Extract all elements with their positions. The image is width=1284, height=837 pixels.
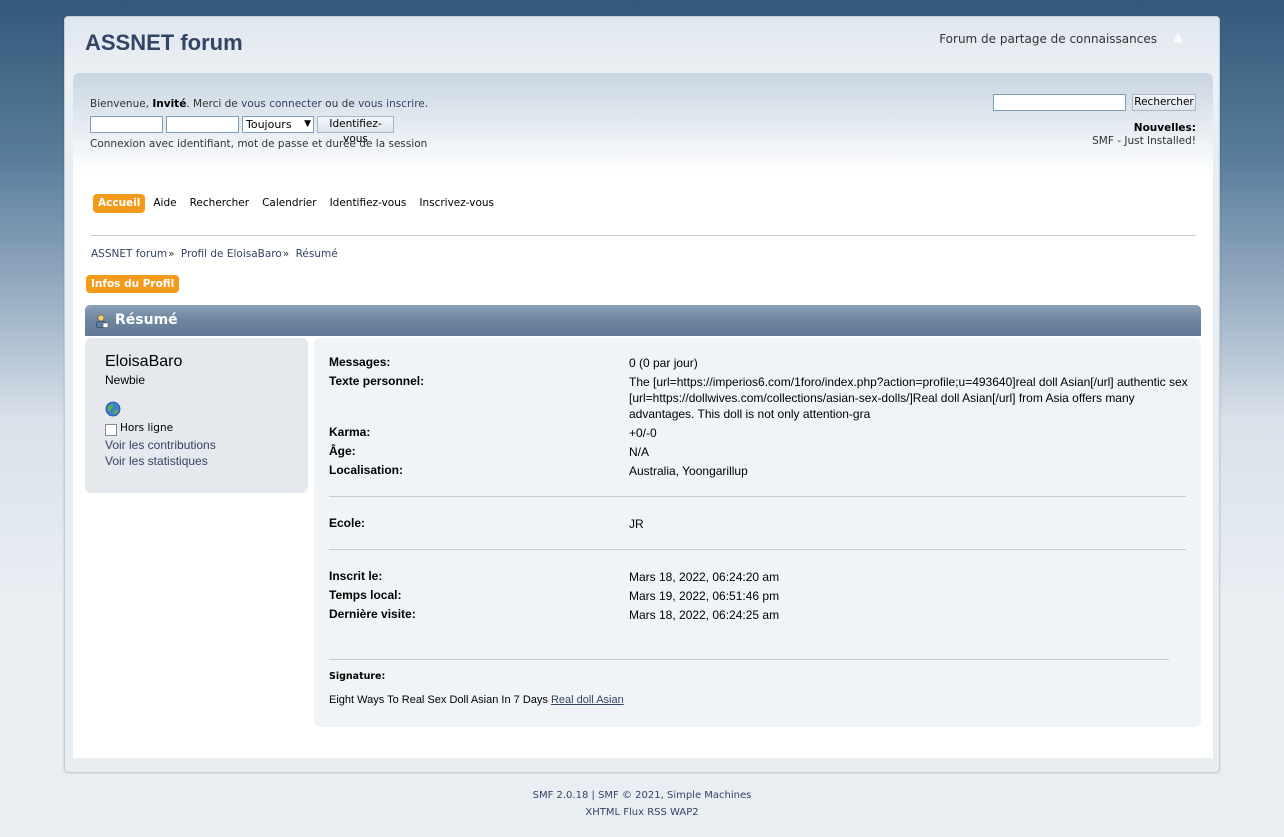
menu-item-login[interactable]: Identifiez-vous <box>325 194 412 213</box>
footer-separator: | <box>588 790 599 801</box>
footer-links: XHTML Flux RSS WAP2 <box>0 807 1284 818</box>
signature-link[interactable]: Real doll Asian <box>551 694 624 706</box>
register-link[interactable]: vous inscrire <box>358 98 425 110</box>
online-status: Hors ligne <box>120 422 174 434</box>
login-hint: Connexion avec identifiant, mot de passe… <box>90 138 428 150</box>
welcome-text: Bienvenue, Invité. Merci de vous connect… <box>90 98 428 110</box>
user-card: EloisaBaro Newbie Hors ligne Voir les co… <box>85 338 308 493</box>
detail-label: Karma: <box>329 425 371 439</box>
menu-item-help[interactable]: Aide <box>148 194 181 213</box>
footer-simple-machines[interactable]: Simple Machines <box>667 790 751 801</box>
view-posts-link[interactable]: Voir les contributions <box>105 438 216 452</box>
detail-value: +0/-0 <box>629 426 657 440</box>
breadcrumb-summary[interactable]: Résumé <box>296 248 338 260</box>
detail-label: Ecole: <box>329 516 366 530</box>
search-button[interactable]: Rechercher <box>1132 94 1196 111</box>
footer-credits: SMF 2.0.18 | SMF © 2021, Simple Machines <box>0 790 1284 801</box>
detail-value: 0 (0 par jour) <box>629 356 698 370</box>
user-name: EloisaBaro <box>105 353 183 370</box>
login-link[interactable]: vous connecter <box>241 98 322 110</box>
detail-value: The [url=https://imperios6.com/1foro/ind… <box>629 375 1188 421</box>
session-duration-value: Toujours <box>246 118 292 131</box>
summary-header: Résumé <box>85 305 1201 336</box>
welcome-or: ou de <box>321 98 359 110</box>
detail-label: Temps local: <box>329 588 402 602</box>
session-duration-select[interactable]: Toujours ▼ <box>242 116 314 133</box>
detail-label: Âge: <box>329 444 356 458</box>
view-stats-link[interactable]: Voir les statistiques <box>105 454 208 468</box>
detail-label: Dernière visite: <box>329 607 416 621</box>
breadcrumb-forum[interactable]: ASSNET forum <box>91 248 167 260</box>
signature-divider <box>329 659 1169 660</box>
username-input[interactable] <box>90 116 163 133</box>
menu-item-calendar[interactable]: Calendrier <box>257 194 321 213</box>
user-profile-icon <box>96 314 109 328</box>
menu-item-home[interactable]: Accueil <box>93 194 146 213</box>
profile-details: Messages: 0 (0 par jour) Texte personnel… <box>314 338 1201 727</box>
user-rank: Newbie <box>105 373 146 387</box>
detail-label: Texte personnel: <box>329 374 425 388</box>
forum-wrapper: ASSNET forum Forum de partage de connais… <box>64 16 1220 773</box>
chevron-down-icon: ▼ <box>304 119 311 129</box>
login-button[interactable]: Identifiez-vous <box>317 116 394 145</box>
detail-value: Australia, Yoongarillup <box>629 464 748 478</box>
menu-item-search[interactable]: Rechercher <box>185 194 254 213</box>
offline-status-icon <box>105 424 117 436</box>
footer-smf-version[interactable]: SMF 2.0.18 <box>533 790 589 801</box>
menu-item-register[interactable]: Inscrivez-vous <box>414 194 499 213</box>
signature-label: Signature: <box>329 671 386 682</box>
signature-text: Eight Ways To Real Sex Doll Asian In 7 D… <box>329 694 624 706</box>
detail-value: Mars 18, 2022, 06:24:25 am <box>629 608 780 622</box>
welcome-mid: . Merci de <box>186 98 242 110</box>
detail-value: Mars 18, 2022, 06:24:20 am <box>629 570 780 584</box>
welcome-prefix: Bienvenue, <box>90 98 153 110</box>
breadcrumb-separator: » <box>168 248 175 260</box>
forum-title[interactable]: ASSNET forum <box>85 30 243 56</box>
main-menu: Accueil Aide Rechercher Calendrier Identifie… <box>93 194 502 214</box>
collapse-arrow-icon[interactable]: ▲ <box>1171 31 1185 45</box>
summary-title: Résumé <box>115 312 178 328</box>
guest-name: Invité <box>152 98 187 110</box>
upper-section: Bienvenue, Invité. Merci de vous connect… <box>73 73 1213 758</box>
search-input[interactable] <box>993 94 1126 111</box>
breadcrumb-profile[interactable]: Profil de EloisaBaro <box>181 248 282 260</box>
footer-link-rss[interactable]: Flux RSS <box>623 807 667 818</box>
menu-divider <box>91 235 1196 236</box>
footer-copyright[interactable]: SMF © 2021 <box>598 790 661 801</box>
password-input[interactable] <box>166 116 239 133</box>
detail-value: N/A <box>629 445 650 459</box>
detail-label: Inscrit le: <box>329 569 383 583</box>
footer-link-xhtml[interactable]: XHTML <box>585 807 620 818</box>
detail-value: JR <box>629 517 644 531</box>
news-body: SMF - Just Installed! <box>1092 135 1196 147</box>
detail-label: Localisation: <box>329 463 404 477</box>
divider <box>329 549 1186 550</box>
signature-body: Eight Ways To Real Sex Doll Asian In 7 D… <box>329 694 551 706</box>
detail-label: Messages: <box>329 355 391 369</box>
news-title: Nouvelles: <box>1133 122 1196 134</box>
detail-value: Mars 19, 2022, 06:51:46 pm <box>629 589 780 603</box>
profile-info-tab[interactable]: Infos du Profil <box>86 275 180 293</box>
divider <box>329 496 1186 497</box>
welcome-end: . <box>424 98 429 110</box>
forum-slogan: Forum de partage de connaissances <box>939 32 1157 46</box>
breadcrumb-separator: » <box>282 248 290 260</box>
footer-link-wap2[interactable]: WAP2 <box>670 807 699 818</box>
breadcrumb: ASSNET forum» Profil de EloisaBaro» Résu… <box>91 248 338 260</box>
globe-icon[interactable] <box>105 401 121 417</box>
